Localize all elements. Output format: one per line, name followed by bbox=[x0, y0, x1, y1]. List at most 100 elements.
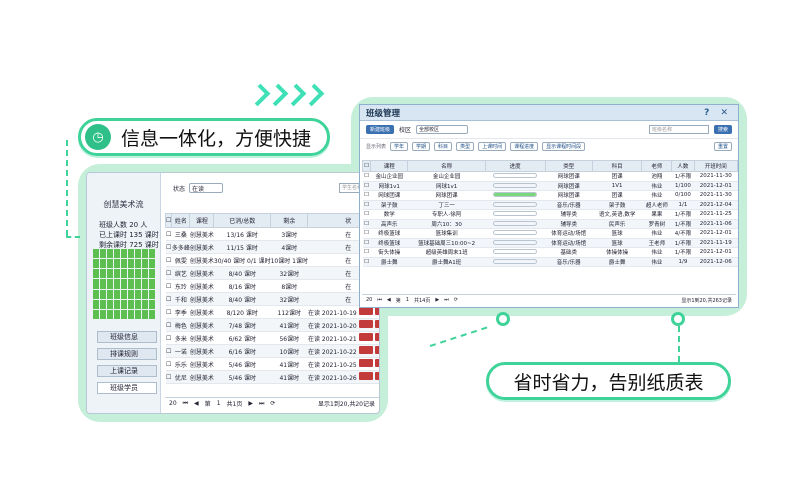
table-row[interactable]: ☐ 千和 创慧美术 8/40 课时 32课时在 bbox=[165, 292, 379, 306]
action-button[interactable] bbox=[374, 346, 379, 354]
last-page-button[interactable]: ⏭ bbox=[259, 400, 264, 408]
seat-cell bbox=[93, 299, 99, 309]
table-row[interactable]: ☐ 缤艺 创慧美术 8/40 课时 32课时在 bbox=[165, 266, 379, 280]
table-row[interactable]: ☐ 三桑 创慧美术 13/16 课时 3课时在 bbox=[165, 227, 379, 241]
table-row[interactable]: ☐ 数学 专职人-徐阿 辅导类 语文,英语,数学 果果 1/不限 2021-11-25 bbox=[362, 209, 738, 220]
table-row[interactable]: ☐ 梅色 创慧美术 7/48 课时 41课时 在读 2021-10-20 bbox=[165, 318, 379, 332]
seat-cell bbox=[142, 269, 148, 279]
cell-type: 音乐/乐器 bbox=[545, 257, 593, 267]
row-checkbox[interactable]: ☐ bbox=[362, 190, 371, 201]
column-toggle-tag[interactable]: 显示课程时间段 bbox=[542, 141, 586, 151]
new-class-button[interactable]: 新建班级 bbox=[366, 125, 395, 134]
table-row[interactable]: ☐ 一诺 创慧美术 6/16 课时 10课时 在读 2021-10-22 bbox=[165, 344, 379, 358]
menu-class-students[interactable]: 班级学员 bbox=[97, 382, 157, 394]
last-page-button[interactable]: ⏭ bbox=[444, 297, 449, 303]
refresh-icon[interactable]: ⟳ bbox=[454, 297, 458, 303]
table-row[interactable]: ☐ 架子鼓 丁三一 音乐/乐器 架子鼓 超人老师 1/1 2021-12-04 bbox=[362, 200, 738, 210]
column-toggle-tag[interactable]: 类型 bbox=[456, 141, 475, 151]
column-toggle-tag[interactable]: 科目 bbox=[434, 141, 453, 151]
row-checkbox[interactable]: ☐ bbox=[362, 257, 371, 267]
action-button[interactable] bbox=[358, 346, 373, 354]
cell-used-hours: 30/40 课时 0/1 课时 bbox=[213, 253, 271, 267]
action-button[interactable] bbox=[374, 307, 379, 315]
action-button[interactable] bbox=[374, 333, 379, 341]
promo-stage: 创慧美术流 班级人数 20 人 已上课时 135 课时 剩余课时 725 课时 … bbox=[0, 0, 800, 500]
seat-cell bbox=[135, 299, 141, 309]
callout-top-text: 信息一体化，方便快捷 bbox=[121, 127, 312, 150]
prev-page-button[interactable]: ◀ bbox=[387, 297, 391, 303]
menu-class-records[interactable]: 上课记录 bbox=[97, 365, 157, 377]
action-button[interactable] bbox=[358, 320, 373, 328]
seat-cell bbox=[135, 289, 141, 299]
page-input[interactable]: 1 bbox=[406, 297, 409, 303]
search-button[interactable]: 搜索 bbox=[713, 125, 732, 134]
cell-type: 音乐/乐器 bbox=[545, 200, 593, 210]
cell-class-name: 超级英雄周末1班 bbox=[407, 247, 486, 258]
cell-left-hours: 3课时 bbox=[270, 227, 308, 241]
seat-cell bbox=[149, 299, 155, 309]
table-row[interactable]: ☐ 佩雯 创慧美术 30/40 课时 0/1 课时 10课时 1课时在 bbox=[165, 253, 379, 267]
table-row[interactable]: ☐ 终极篮球 篮球集训 体育运动/场馆 篮球 伟业 4/不限 2021-12-01 bbox=[362, 228, 738, 239]
page-size-select[interactable]: 20 bbox=[366, 297, 372, 303]
campus-select[interactable]: 全部校区 bbox=[416, 125, 469, 134]
first-page-button[interactable]: ⏮ bbox=[183, 400, 188, 408]
table-row[interactable]: ☐ 多米 创慧美术 6/62 课时 56课时 在读 2021-10-21 bbox=[165, 331, 379, 345]
table-row[interactable]: ☐ 东玲 创慧美术 8/16 课时 8课时在 bbox=[165, 279, 379, 293]
row-checkbox[interactable]: ☐ bbox=[362, 238, 371, 248]
column-toggle-tag[interactable]: 学期 bbox=[412, 141, 431, 151]
table-row[interactable]: ☐ 李季 创慧美术 8/120 课时 112课时 在读 2021-10-19 bbox=[165, 305, 379, 319]
table-row[interactable]: ☐ 金山企业园 金山企业园 网球团课 团课 池翔 1/不限 2021-11-30 bbox=[362, 171, 738, 182]
student-filter: 状态 在读 学生名称 bbox=[163, 173, 379, 193]
action-button[interactable] bbox=[358, 333, 373, 341]
col-used: 已消/总数 bbox=[213, 213, 272, 228]
seat-cell bbox=[135, 249, 141, 259]
pager-summary: 显示1到20,共20记录 bbox=[318, 401, 375, 408]
reset-button[interactable]: 重置 bbox=[713, 141, 732, 151]
status-select[interactable]: 在读 bbox=[189, 183, 224, 193]
table-row[interactable]: ☐ 街头体操 超级英雄周末1班 基础类 体操体操 伟业 1/不限 2021-12-01 bbox=[362, 247, 738, 258]
chevron-right-icon bbox=[301, 83, 325, 107]
cell-count: 0/100 bbox=[671, 190, 695, 201]
row-checkbox[interactable]: ☐ bbox=[362, 171, 371, 182]
cell-left-hours: 10课时 1课时 bbox=[270, 253, 308, 267]
next-page-button[interactable]: ▶ bbox=[435, 297, 439, 303]
cell-course: 架子鼓 bbox=[370, 200, 408, 210]
column-toggle-tag[interactable]: 学年 bbox=[390, 141, 409, 151]
menu-class-info[interactable]: 班级信息 bbox=[97, 331, 157, 343]
window-controls[interactable]: ? ✕ bbox=[704, 108, 732, 118]
table-row[interactable]: ☐ 高声乐 周六10：30 辅导类 民声乐 罗青树 1/不限 2021-11-06 bbox=[362, 219, 738, 229]
action-button[interactable] bbox=[374, 320, 379, 328]
refresh-icon[interactable]: ⟳ bbox=[270, 400, 275, 407]
cell-teacher: 伟业 bbox=[641, 257, 672, 267]
table-row[interactable]: ☐ 网球团课 网球团课 网球团课 团课 伟业 0/100 2021-11-30 bbox=[362, 190, 738, 201]
col-check[interactable]: ☐ bbox=[361, 160, 372, 172]
action-button[interactable] bbox=[358, 372, 373, 380]
column-toggle-tag[interactable]: 上课时间 bbox=[478, 141, 507, 151]
row-checkbox[interactable]: ☐ bbox=[362, 219, 371, 229]
table-row[interactable]: ☐ 网球1v1 网球1v1 网球团课 1V1 伟业 1/100 2021-12-01 bbox=[362, 181, 738, 191]
first-page-button[interactable]: ⏮ bbox=[377, 297, 382, 303]
cell-teacher: 伟业 bbox=[641, 190, 672, 201]
action-button[interactable] bbox=[374, 359, 379, 367]
column-toggle-tag[interactable]: 课程进度 bbox=[510, 141, 539, 151]
row-checkbox[interactable]: ☐ bbox=[362, 181, 371, 191]
page-size-select[interactable]: 20 bbox=[169, 400, 177, 407]
row-checkbox[interactable]: ☐ bbox=[362, 200, 371, 210]
row-checkbox[interactable]: ☐ bbox=[362, 228, 371, 239]
seat-grid bbox=[93, 249, 155, 319]
table-row[interactable]: ☐ 乐乐 创慧美术 5/46 课时 41课时 在读 2021-10-25 bbox=[165, 357, 379, 371]
table-row[interactable]: ☐ 多多峰 创慧美术 11/15 课时 4课时在 bbox=[165, 240, 379, 254]
class-search-input[interactable]: 班级名称 bbox=[648, 125, 709, 134]
page-input[interactable]: 1 bbox=[217, 400, 221, 407]
table-row[interactable]: ☐ 优尼 创慧美术 5/46 课时 41课时 在读 2021-10-26 bbox=[165, 370, 379, 384]
prev-page-button[interactable]: ◀ bbox=[194, 400, 199, 407]
next-page-button[interactable]: ▶ bbox=[248, 400, 253, 407]
action-button[interactable] bbox=[358, 359, 373, 367]
menu-schedule-rules[interactable]: 排课规则 bbox=[97, 348, 157, 360]
action-button[interactable] bbox=[358, 307, 373, 315]
row-checkbox[interactable]: ☐ bbox=[362, 209, 371, 220]
action-button[interactable] bbox=[374, 372, 379, 380]
table-row[interactable]: ☐ 爵士舞 爵士舞A1班 音乐/乐器 爵士舞 伟业 1/9 2021-12-06 bbox=[362, 257, 738, 267]
table-row[interactable]: ☐ 终极篮球 篮球基础周三10:00~2 体育运动/场馆 篮球 王老师 1/不限 2021-1… bbox=[362, 238, 738, 248]
row-checkbox[interactable]: ☐ bbox=[362, 247, 371, 258]
